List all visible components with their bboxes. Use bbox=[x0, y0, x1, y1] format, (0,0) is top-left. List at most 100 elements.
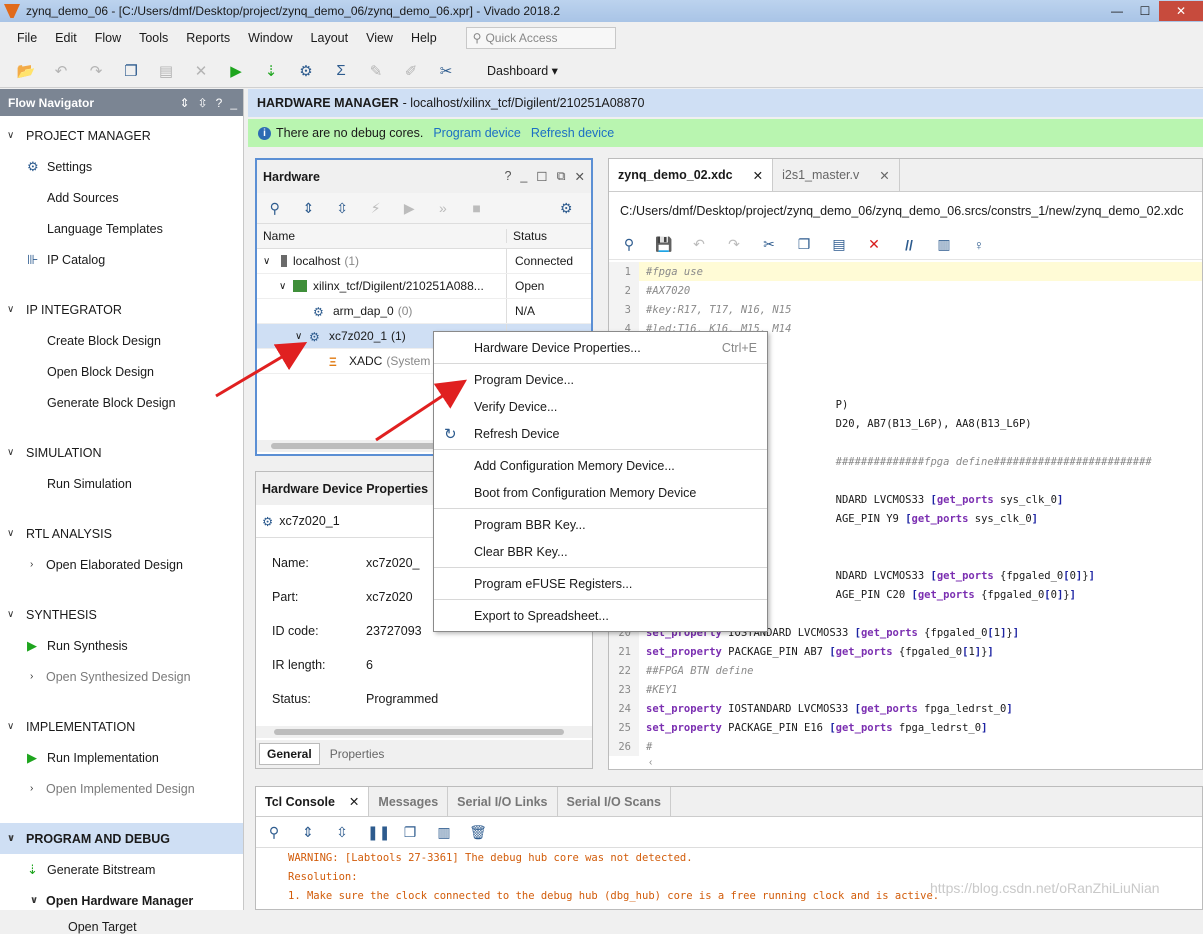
nav-create-block-design[interactable]: Create Block Design bbox=[0, 325, 243, 356]
run-immediate-icon[interactable]: » bbox=[434, 200, 452, 216]
float-icon[interactable]: ⧉ bbox=[557, 169, 566, 184]
section-synthesis[interactable]: ∨ SYNTHESIS bbox=[0, 599, 243, 630]
restore-icon[interactable]: ☐ bbox=[536, 169, 547, 184]
cut-icon[interactable]: ✂ bbox=[759, 236, 779, 253]
nav-add-sources[interactable]: Add Sources bbox=[0, 182, 243, 213]
pause-icon[interactable]: ❚❚ bbox=[367, 824, 390, 841]
tab-zynq-demo-02-xdc[interactable]: zynq_demo_02.xdc ✕ bbox=[609, 159, 774, 191]
scroll-left-icon[interactable]: ‹ bbox=[649, 757, 652, 768]
menu-help[interactable]: Help bbox=[402, 31, 446, 45]
menu-refresh-device[interactable]: ↻ Refresh Device bbox=[434, 420, 767, 447]
menu-flow[interactable]: Flow bbox=[86, 31, 130, 45]
help-icon[interactable]: ? bbox=[504, 169, 511, 184]
nav-language-templates[interactable]: Language Templates bbox=[0, 213, 243, 244]
copy-icon[interactable]: ❐ bbox=[794, 236, 814, 253]
paste-icon[interactable]: ▤ bbox=[829, 236, 849, 253]
nav-open-elaborated-design[interactable]: › Open Elaborated Design bbox=[0, 549, 243, 580]
collapse-all-icon[interactable]: ⇕ bbox=[300, 200, 318, 217]
menu-hardware-device-properties[interactable]: Hardware Device Properties... Ctrl+E bbox=[434, 334, 767, 361]
nav-ip-catalog[interactable]: ⊪ IP Catalog bbox=[0, 244, 243, 275]
menu-program-efuse[interactable]: Program eFUSE Registers... bbox=[434, 570, 767, 597]
columns-icon[interactable]: ▥ bbox=[934, 236, 954, 253]
menu-clear-bbr-key[interactable]: Clear BBR Key... bbox=[434, 538, 767, 565]
horizontal-scrollbar[interactable] bbox=[256, 726, 592, 738]
menu-layout[interactable]: Layout bbox=[302, 31, 358, 45]
section-rtl-analysis[interactable]: ∨ RTL ANALYSIS bbox=[0, 518, 243, 549]
section-ip-integrator[interactable]: ∨ IP INTEGRATOR bbox=[0, 294, 243, 325]
copy-icon[interactable]: ❐ bbox=[119, 59, 143, 83]
nav-run-simulation[interactable]: Run Simulation bbox=[0, 468, 243, 499]
nav-run-synthesis[interactable]: ▶ Run Synthesis bbox=[0, 630, 243, 661]
nav-open-implemented-design[interactable]: › Open Implemented Design bbox=[0, 773, 243, 804]
expand-all-icon[interactable]: ⇳ bbox=[333, 824, 351, 841]
settings-gear-icon[interactable]: ⚙ bbox=[557, 200, 575, 217]
tab-serial-io-scans[interactable]: Serial I/O Scans bbox=[558, 787, 671, 816]
redo-icon[interactable]: ↷ bbox=[84, 59, 108, 83]
undo-icon[interactable]: ↶ bbox=[49, 59, 73, 83]
stop-icon[interactable]: ■ bbox=[468, 200, 486, 216]
maximize-button[interactable]: ☐ bbox=[1131, 1, 1159, 21]
menu-program-device[interactable]: Program Device... bbox=[434, 366, 767, 393]
close-icon[interactable]: ✕ bbox=[753, 168, 763, 183]
menu-verify-device[interactable]: Verify Device... bbox=[434, 393, 767, 420]
nav-settings[interactable]: ⚙ Settings bbox=[0, 151, 243, 182]
section-implementation[interactable]: ∨ IMPLEMENTATION bbox=[0, 711, 243, 742]
nav-generate-bitstream[interactable]: ⇣ Generate Bitstream bbox=[0, 854, 243, 885]
nav-open-target[interactable]: Open Target bbox=[0, 916, 243, 934]
section-project-manager[interactable]: ∨ PROJECT MANAGER bbox=[0, 120, 243, 151]
save-icon[interactable]: 💾 bbox=[654, 236, 674, 253]
expand-all-icon[interactable]: ⇳ bbox=[198, 96, 208, 110]
menu-add-config-memory[interactable]: Add Configuration Memory Device... bbox=[434, 452, 767, 479]
trash-icon[interactable]: 🗑 bbox=[469, 824, 487, 841]
tab-messages[interactable]: Messages bbox=[369, 787, 449, 816]
comment-icon[interactable]: // bbox=[899, 237, 919, 253]
paste-icon[interactable]: ▤ bbox=[154, 59, 178, 83]
tab-serial-io-links[interactable]: Serial I/O Links bbox=[448, 787, 558, 816]
menu-file[interactable]: File bbox=[0, 31, 46, 45]
minimize-icon[interactable]: _ bbox=[520, 169, 527, 184]
expand-all-icon[interactable]: ⇳ bbox=[333, 200, 351, 217]
tool-disabled-2-icon[interactable]: ✐ bbox=[399, 59, 423, 83]
close-icon[interactable]: ✕ bbox=[575, 169, 585, 184]
help-icon[interactable]: ? bbox=[216, 96, 223, 110]
quick-access-search[interactable]: ⚲ Quick Access bbox=[465, 27, 616, 49]
run-icon[interactable]: ▶ bbox=[224, 59, 248, 83]
menu-view[interactable]: View bbox=[357, 31, 402, 45]
auto-connect-icon[interactable]: ⚡ bbox=[367, 200, 385, 217]
table-row[interactable]: ∨ xilinx_tcf/Digilent/210251A088... Open bbox=[257, 274, 591, 299]
delete-icon[interactable]: ✕ bbox=[189, 59, 213, 83]
minimize-button[interactable]: — bbox=[1103, 1, 1131, 21]
collapse-all-icon[interactable]: ⇕ bbox=[299, 824, 317, 841]
sigma-icon[interactable]: Σ bbox=[329, 59, 353, 83]
undo-icon[interactable]: ↶ bbox=[689, 236, 709, 253]
scrollbar-thumb[interactable] bbox=[274, 729, 564, 735]
run-trigger-icon[interactable]: ▶ bbox=[401, 200, 419, 217]
close-window-button[interactable]: ✕ bbox=[1159, 1, 1203, 21]
settings-gear-icon[interactable]: ⚙ bbox=[294, 59, 318, 83]
delete-icon[interactable]: ✕ bbox=[864, 236, 884, 253]
tab-general[interactable]: General bbox=[259, 743, 320, 765]
bitstream-icon[interactable]: ⇣ bbox=[259, 59, 283, 83]
tab-tcl-console[interactable]: Tcl Console ✕ bbox=[256, 787, 370, 816]
debug-icon[interactable]: ✂ bbox=[434, 59, 458, 83]
menu-edit[interactable]: Edit bbox=[46, 31, 86, 45]
dashboard-dropdown[interactable]: Dashboard ▾ bbox=[487, 63, 558, 78]
program-device-link[interactable]: Program device bbox=[433, 126, 521, 140]
lightbulb-icon[interactable]: ♀ bbox=[969, 237, 989, 253]
close-icon[interactable]: ✕ bbox=[349, 794, 359, 809]
open-folder-icon[interactable]: 📂 bbox=[14, 59, 38, 83]
nav-run-implementation[interactable]: ▶ Run Implementation bbox=[0, 742, 243, 773]
nav-open-block-design[interactable]: Open Block Design bbox=[0, 356, 243, 387]
section-simulation[interactable]: ∨ SIMULATION bbox=[0, 437, 243, 468]
nav-open-hardware-manager[interactable]: ∨ Open Hardware Manager bbox=[0, 885, 243, 916]
console-output[interactable]: WARNING: [Labtools 27-3361] The debug hu… bbox=[256, 848, 1202, 905]
col-name[interactable]: Name bbox=[257, 229, 507, 243]
table-row[interactable]: ⚙ arm_dap_0 (0) N/A bbox=[257, 299, 591, 324]
columns-icon[interactable]: ▥ bbox=[435, 824, 453, 841]
section-program-and-debug[interactable]: ∨ PROGRAM AND DEBUG bbox=[0, 823, 243, 854]
search-icon[interactable]: ⚲ bbox=[266, 200, 284, 217]
menu-export-spreadsheet[interactable]: Export to Spreadsheet... bbox=[434, 602, 767, 629]
nav-open-synthesized-design[interactable]: › Open Synthesized Design bbox=[0, 661, 243, 692]
tab-properties[interactable]: Properties bbox=[320, 744, 395, 764]
menu-boot-from-config-memory[interactable]: Boot from Configuration Memory Device bbox=[434, 479, 767, 506]
